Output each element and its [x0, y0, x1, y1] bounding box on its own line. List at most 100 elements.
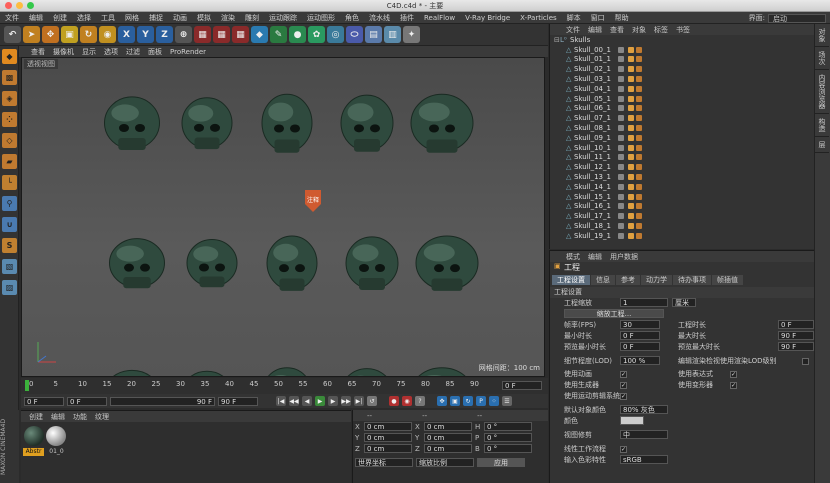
material-label-abstract[interactable]: Abstr [23, 448, 44, 456]
axis-mode-icon[interactable]: └ [2, 175, 17, 190]
recent-tool-icon[interactable]: ◉ [99, 26, 116, 43]
attribute-tab[interactable]: 待办事项 [673, 274, 711, 285]
key-param-icon[interactable]: P [476, 396, 486, 406]
minimize-window-button[interactable] [16, 2, 23, 9]
side-tab[interactable]: 层 [815, 137, 829, 153]
rotate-tool-icon[interactable]: ↻ [80, 26, 97, 43]
material-tag-icon[interactable] [636, 183, 642, 190]
use-expressions-checkbox[interactable]: ✓ [730, 371, 737, 378]
menu-item[interactable]: 捕捉 [144, 13, 168, 23]
prev-key-icon[interactable]: ◀◀ [289, 396, 299, 406]
menu-item[interactable]: 角色 [340, 13, 364, 23]
material-tag-icon[interactable] [636, 66, 642, 73]
object-row[interactable]: △ Skull_09_1 [550, 133, 814, 143]
menu-item[interactable]: 动画 [168, 13, 192, 23]
render-lod-checkbox[interactable] [802, 358, 809, 365]
object-name[interactable]: Skull_05_1 [574, 95, 611, 103]
timeline-end-field[interactable]: 0 F [502, 381, 542, 390]
viewport-menu-item[interactable]: ProRender [170, 48, 206, 56]
visibility-icon[interactable] [618, 154, 624, 161]
start-frame-field[interactable]: 0 F [24, 396, 64, 406]
material-tag-icon[interactable] [636, 164, 642, 171]
color-swatch[interactable] [620, 416, 644, 425]
fps-field[interactable]: 30 [620, 320, 660, 329]
menu-item[interactable]: 雕刻 [240, 13, 264, 23]
layout-dropdown[interactable]: 启动 [768, 13, 826, 23]
viewport-menu-item[interactable]: 显示 [82, 47, 96, 57]
apply-button[interactable]: 应用 [477, 458, 525, 467]
z-axis-lock-button[interactable]: Z [156, 26, 173, 43]
phong-tag-icon[interactable] [628, 85, 634, 92]
coord-value-field[interactable]: 0 cm [424, 433, 472, 442]
menu-item[interactable]: 网格 [120, 13, 144, 23]
layout-selector[interactable]: 界面: 启动 [749, 12, 826, 24]
material-preview-01[interactable] [46, 426, 66, 446]
object-row[interactable]: △ Skull_08_1 [550, 123, 814, 133]
object-name[interactable]: Skull_11_1 [574, 153, 611, 161]
material-tag-icon[interactable] [636, 105, 642, 112]
phong-tag-icon[interactable] [628, 213, 634, 220]
subdivision-icon[interactable]: ● [289, 26, 306, 43]
menu-item[interactable]: 脚本 [562, 13, 586, 23]
object-name[interactable]: Skull_04_1 [574, 85, 611, 93]
use-generators-checkbox[interactable]: ✓ [620, 382, 627, 389]
visibility-icon[interactable] [618, 164, 624, 171]
coord-value-field[interactable]: 0 ° [484, 433, 532, 442]
coord-value-field[interactable]: 0 cm [424, 422, 472, 431]
object-root-name[interactable]: Skulls [570, 36, 590, 44]
auto-key-icon[interactable]: ◉ [402, 396, 412, 406]
object-row[interactable]: △ Skull_18_1 [550, 221, 814, 231]
object-row[interactable]: △ Skull_11_1 [550, 153, 814, 163]
visibility-icon[interactable] [618, 213, 624, 220]
snap-icon[interactable]: ∪ [2, 217, 17, 232]
next-frame-icon[interactable]: ▶ [328, 396, 338, 406]
phong-tag-icon[interactable] [628, 193, 634, 200]
max-time-field[interactable]: 90 F [778, 331, 814, 340]
polygons-mode-icon[interactable]: ▰ [2, 154, 17, 169]
attribute-menu-item[interactable]: 模式 [566, 252, 580, 262]
view-clipping-dropdown[interactable]: 中 [620, 430, 668, 439]
edges-mode-icon[interactable]: ◇ [2, 133, 17, 148]
object-name[interactable]: Skull_19_1 [574, 232, 611, 240]
input-color-dropdown[interactable]: sRGB [620, 455, 668, 464]
visibility-icon[interactable] [618, 105, 624, 112]
phong-tag-icon[interactable] [628, 164, 634, 171]
menu-item[interactable]: 运动图形 [302, 13, 340, 23]
object-row[interactable]: △ Skull_06_1 [550, 104, 814, 114]
coord-value-field[interactable]: 0 cm [364, 422, 412, 431]
move-tool-icon[interactable]: ✥ [42, 26, 59, 43]
menu-item[interactable]: RealFlow [419, 14, 460, 22]
phong-tag-icon[interactable] [628, 154, 634, 161]
solo-icon[interactable]: S [2, 238, 17, 253]
object-row[interactable]: △ Skull_04_1 [550, 84, 814, 94]
viewport-menu-item[interactable]: 面板 [148, 47, 162, 57]
object-row[interactable]: △ Skull_10_1 [550, 143, 814, 153]
attribute-tab[interactable]: 动力学 [641, 274, 672, 285]
phong-tag-icon[interactable] [628, 95, 634, 102]
light-icon[interactable]: ✦ [403, 26, 420, 43]
preview-end-field[interactable]: 90 F [218, 396, 258, 406]
phong-tag-icon[interactable] [628, 174, 634, 181]
visibility-icon[interactable] [618, 223, 624, 230]
menu-item[interactable]: 工具 [96, 13, 120, 23]
scale-tool-icon[interactable]: ▣ [61, 26, 78, 43]
phong-tag-icon[interactable] [628, 144, 634, 151]
menu-item[interactable]: 文件 [0, 13, 24, 23]
material-tag-icon[interactable] [636, 95, 642, 102]
camera-icon[interactable]: ▥ [384, 26, 401, 43]
go-end-icon[interactable]: ▶| [354, 396, 364, 406]
undo-icon[interactable]: ↶ [4, 26, 21, 43]
side-tab[interactable]: 构造 [815, 114, 829, 137]
attribute-tab[interactable]: 参考 [616, 274, 640, 285]
menu-item[interactable]: 运动跟踪 [264, 13, 302, 23]
key-rotation-icon[interactable]: ↻ [463, 396, 473, 406]
object-name[interactable]: Skull_10_1 [574, 144, 611, 152]
close-window-button[interactable] [5, 2, 12, 9]
object-name[interactable]: Skull_12_1 [574, 163, 611, 171]
object-row[interactable]: △ Skull_19_1 [550, 231, 814, 241]
menu-item[interactable]: V-Ray Bridge [460, 14, 515, 22]
render-settings-icon[interactable]: ▦ [232, 26, 249, 43]
object-row-root[interactable]: ⊟ L⁰ Skulls [550, 35, 814, 45]
viewport-menu-item[interactable]: 过滤 [126, 47, 140, 57]
play-icon[interactable]: ▶ [315, 396, 325, 406]
